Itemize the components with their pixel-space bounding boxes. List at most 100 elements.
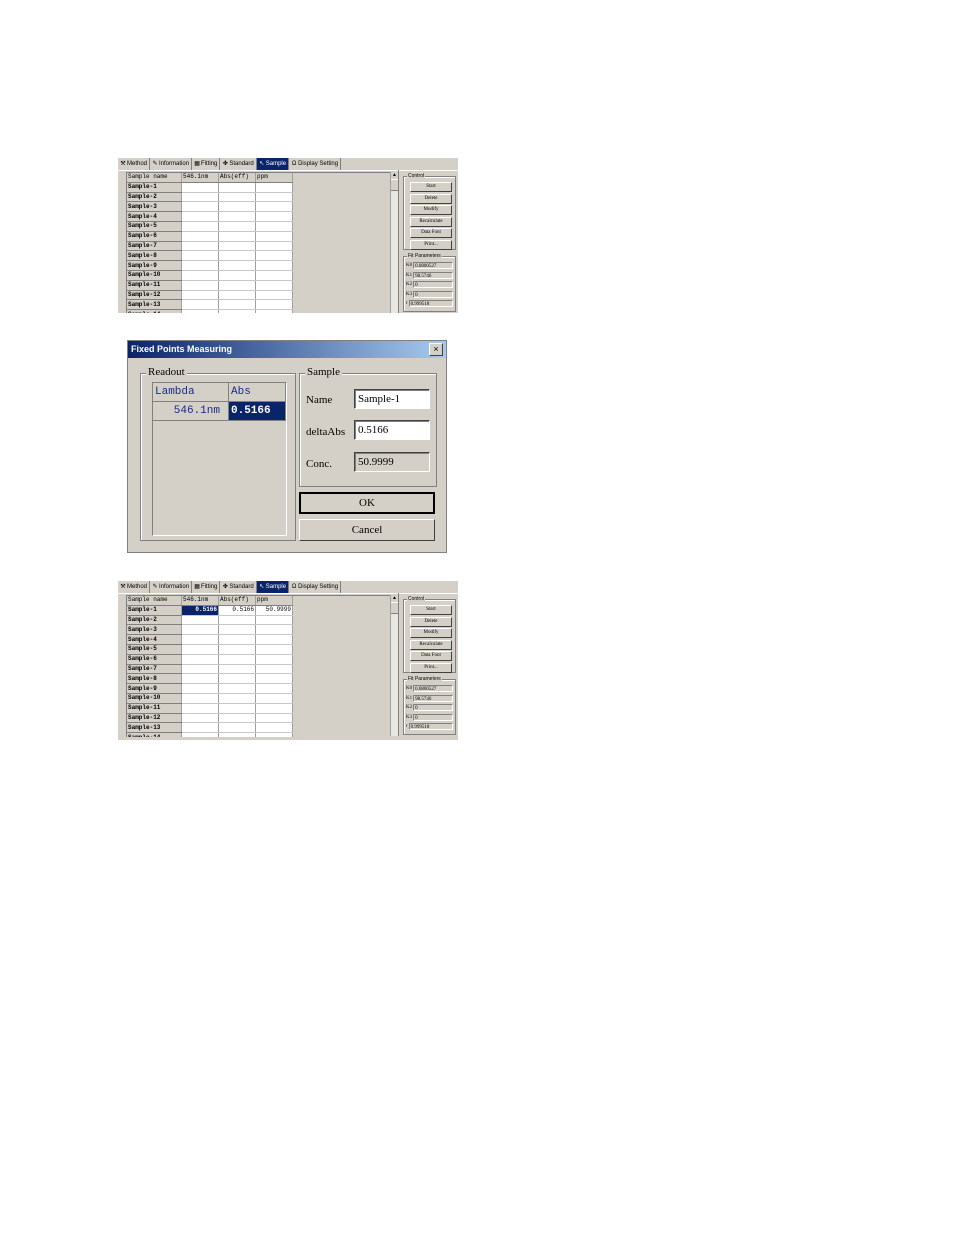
table-row[interactable]: Sample-7	[127, 241, 293, 252]
table-cell[interactable]	[255, 634, 293, 645]
vertical-scrollbar[interactable]: ▲	[390, 595, 398, 736]
modify-button[interactable]: Modify	[410, 205, 452, 215]
table-row[interactable]: Sample-11	[127, 703, 293, 714]
table-cell[interactable]	[255, 260, 293, 271]
table-cell[interactable]	[181, 182, 219, 193]
table-cell[interactable]: 50.9999	[255, 605, 293, 616]
table-cell[interactable]	[218, 250, 256, 262]
table-cell[interactable]	[181, 299, 219, 311]
start-button[interactable]: Start	[410, 605, 452, 615]
table-cell[interactable]	[181, 270, 219, 281]
scroll-thumb[interactable]	[391, 602, 398, 614]
table-cell[interactable]	[255, 221, 293, 232]
table-cell[interactable]	[218, 290, 256, 301]
table-row[interactable]: Sample-13	[127, 299, 293, 311]
table-cell[interactable]: 0.5166	[181, 605, 219, 616]
tab-fitting[interactable]: ▦ Fitting	[192, 158, 221, 170]
table-cell[interactable]	[218, 192, 256, 203]
table-cell[interactable]	[181, 664, 219, 675]
scroll-up-icon[interactable]: ▲	[391, 172, 398, 179]
name-field[interactable]: Sample-1	[354, 389, 430, 409]
table-row[interactable]: Sample-7	[127, 664, 293, 675]
table-row[interactable]: Sample-3	[127, 201, 293, 213]
table-cell[interactable]	[218, 673, 256, 685]
table-cell[interactable]	[181, 615, 219, 626]
table-cell[interactable]	[218, 683, 256, 694]
table-row[interactable]: Sample-12	[127, 713, 293, 724]
scroll-thumb[interactable]	[391, 179, 398, 191]
recalculate-button[interactable]: Recalculate	[410, 216, 452, 227]
readout-data-row[interactable]: 546.1nm 0.5166	[153, 402, 286, 421]
table-cell[interactable]	[255, 299, 293, 311]
tab-display-setting[interactable]: Ω Display Setting	[289, 581, 342, 593]
print-button[interactable]: Print...	[410, 239, 452, 250]
table-row[interactable]: Sample-4	[127, 634, 293, 645]
table-row[interactable]: Sample-14	[127, 309, 293, 313]
conc-field[interactable]: 50.9999	[354, 452, 430, 472]
vertical-scrollbar[interactable]: ▲	[390, 172, 398, 313]
ok-button[interactable]: OK	[299, 492, 435, 514]
table-row[interactable]: Sample-2	[127, 615, 293, 626]
tab-sample[interactable]: ↖ Sample	[256, 581, 290, 593]
table-cell[interactable]	[255, 693, 293, 704]
table-cell[interactable]	[181, 713, 219, 724]
table-cell[interactable]	[218, 654, 256, 665]
table-cell[interactable]	[218, 260, 256, 271]
sample-grid[interactable]: Sample name 546.1nm Abs(eff) ppm Sample-1 0.5…	[126, 595, 399, 737]
tab-information[interactable]: ✎ Information	[150, 158, 193, 170]
table-cell[interactable]	[255, 309, 293, 313]
table-cell[interactable]	[255, 713, 293, 724]
table-cell[interactable]	[218, 713, 256, 724]
delete-button[interactable]: Delete	[410, 193, 452, 204]
table-row[interactable]: Sample-10	[127, 270, 293, 281]
table-row[interactable]: Sample-8	[127, 673, 293, 685]
tab-method[interactable]: ⚒ Method	[118, 581, 151, 593]
table-cell[interactable]	[218, 732, 256, 737]
recalculate-button[interactable]: Recalculate	[410, 639, 452, 650]
table-cell[interactable]	[218, 693, 256, 704]
table-cell[interactable]	[255, 280, 293, 291]
table-cell[interactable]	[181, 211, 219, 222]
table-cell[interactable]	[218, 211, 256, 222]
close-icon[interactable]: ×	[429, 343, 443, 356]
table-cell[interactable]	[218, 299, 256, 311]
table-cell[interactable]	[181, 192, 219, 203]
table-row[interactable]: Sample-9	[127, 683, 293, 694]
dialog-titlebar[interactable]: Fixed Points Measuring ×	[128, 341, 446, 358]
tab-method[interactable]: ⚒ Method	[118, 158, 151, 170]
table-row[interactable]: Sample-8	[127, 250, 293, 262]
tab-standard[interactable]: ✤ Standard	[220, 581, 257, 593]
table-row[interactable]: Sample-1	[127, 182, 293, 193]
table-cell[interactable]	[255, 615, 293, 626]
delete-button[interactable]: Delete	[410, 616, 452, 627]
table-cell[interactable]	[181, 260, 219, 271]
table-cell[interactable]	[255, 201, 293, 213]
table-cell[interactable]	[218, 634, 256, 645]
table-row[interactable]: Sample-11	[127, 280, 293, 291]
table-cell[interactable]	[218, 182, 256, 193]
table-cell[interactable]	[255, 624, 293, 636]
table-row[interactable]: Sample-6	[127, 231, 293, 242]
table-cell[interactable]	[255, 673, 293, 685]
table-cell[interactable]	[218, 270, 256, 281]
table-cell[interactable]	[181, 654, 219, 665]
table-cell[interactable]	[218, 221, 256, 232]
table-cell[interactable]	[255, 211, 293, 222]
tab-fitting[interactable]: ▦ Fitting	[192, 581, 221, 593]
sample-grid[interactable]: Sample name 546.1nm Abs(eff) ppm Sample-1 Sam…	[126, 172, 399, 313]
table-row[interactable]: Sample-9	[127, 260, 293, 271]
table-cell[interactable]	[218, 615, 256, 626]
table-cell[interactable]	[218, 241, 256, 252]
table-cell[interactable]	[218, 280, 256, 291]
table-cell[interactable]	[255, 703, 293, 714]
start-button[interactable]: Start	[410, 182, 452, 192]
table-cell[interactable]	[255, 644, 293, 655]
table-cell[interactable]	[181, 221, 219, 232]
table-cell[interactable]	[255, 654, 293, 665]
table-cell[interactable]	[181, 280, 219, 291]
table-cell[interactable]	[218, 644, 256, 655]
table-cell[interactable]	[255, 231, 293, 242]
table-cell[interactable]	[218, 664, 256, 675]
table-cell[interactable]	[218, 231, 256, 242]
table-cell[interactable]	[181, 290, 219, 301]
